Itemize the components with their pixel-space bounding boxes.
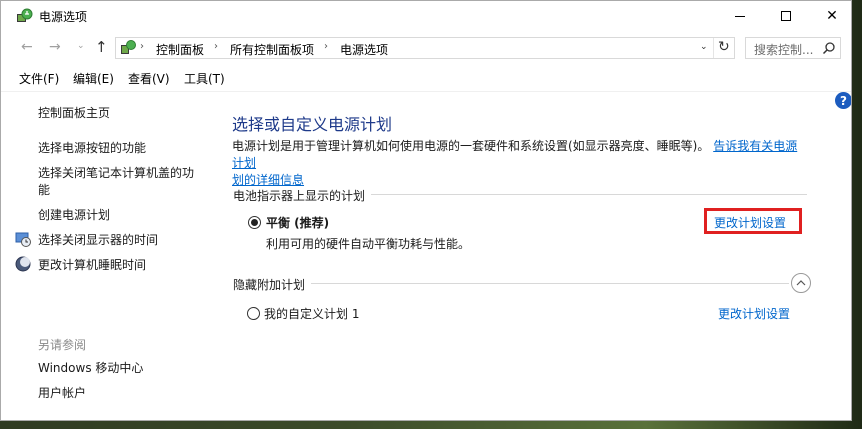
sleep-moon-icon [15,256,31,272]
breadcrumb-separator: › [214,41,218,52]
maximize-icon [781,11,791,21]
breadcrumb-control-panel[interactable]: 控制面板 [156,41,204,58]
breadcrumb-power-options[interactable]: 电源选项 [340,41,388,58]
power-plan-help-link-cont[interactable]: 划的详细信息 [232,173,304,187]
plan-balanced-name[interactable]: 平衡 (推荐) [266,214,329,231]
window-title: 电源选项 [39,10,88,24]
sidebar-item-lid-cont[interactable]: 能 [38,182,50,199]
up-arrow-icon[interactable]: ↑ [95,38,108,56]
see-also-mobility-center[interactable]: Windows 移动中心 [38,360,143,377]
navigation-bar: ← → ⌄ ↑ › 控制面板 › 所有控制面板项 › 电源选项 ⌄ ↻ 搜索控制… [1,32,851,64]
breadcrumb-separator: › [140,41,144,52]
description-text: 电源计划是用于管理计算机如何使用电源的一套硬件和系统设置(如显示器亮度、睡眠等)… [232,139,710,153]
content-area: ? 控制面板主页 选择电源按钮的功能 选择关闭笔记本计算机盖的功 能 创建电源计… [1,91,851,420]
section-divider [233,283,789,284]
control-panel-icon [121,40,136,54]
back-arrow-icon[interactable]: ← [21,39,33,55]
recent-locations-icon[interactable]: ⌄ [77,41,85,51]
sidebar-item-sleep[interactable]: 更改计算机睡眠时间 [38,257,146,274]
power-options-icon [17,8,33,22]
forward-arrow-icon[interactable]: → [49,39,61,55]
see-also-label: 另请参阅 [38,338,87,352]
menu-bar: 文件(F) 编辑(E) 查看(V) 工具(T) [1,67,851,89]
title-bar: 电源选项 ✕ [1,1,851,31]
close-icon: ✕ [826,8,838,24]
display-clock-icon [15,232,31,247]
page-description: 电源计划是用于管理计算机如何使用电源的一套硬件和系统设置(如显示器亮度、睡眠等)… [232,138,807,189]
page-title: 选择或自定义电源计划 [232,115,393,134]
search-box[interactable]: 搜索控制... [745,37,841,59]
refresh-icon[interactable]: ↻ [718,39,730,55]
see-also-user-accounts[interactable]: 用户帐户 [38,385,86,402]
minimize-button[interactable] [717,1,763,31]
menu-file[interactable]: 文件(F) [19,70,59,87]
minimize-icon [735,15,745,17]
change-plan-settings-custom[interactable]: 更改计划设置 [718,305,790,322]
hidden-plans-label: 隐藏附加计划 [233,276,312,293]
radio-balanced[interactable] [248,216,261,229]
sidebar-item-lid[interactable]: 选择关闭笔记本计算机盖的功 [38,165,194,182]
sidebar-item-home[interactable]: 控制面板主页 [38,105,110,122]
search-icon[interactable] [822,41,836,55]
sidebar-item-display-off[interactable]: 选择关闭显示器的时间 [38,232,158,249]
address-dropdown-icon[interactable]: ⌄ [700,42,708,52]
menu-view[interactable]: 查看(V) [128,70,170,87]
address-divider [713,38,714,58]
breadcrumb-all-items[interactable]: 所有控制面板项 [230,41,314,58]
chevron-up-icon [796,280,806,286]
address-bar[interactable]: › 控制面板 › 所有控制面板项 › 电源选项 ⌄ ↻ [115,37,735,59]
breadcrumb-separator: › [324,41,328,52]
search-placeholder[interactable]: 搜索控制... [754,41,813,58]
close-button[interactable]: ✕ [809,1,851,31]
menu-tools[interactable]: 工具(T) [184,70,225,87]
sidebar-item-power-button[interactable]: 选择电源按钮的功能 [38,140,146,157]
radio-custom-plan[interactable] [247,307,260,320]
battery-section-label: 电池指示器上显示的计划 [233,187,372,204]
help-icon[interactable]: ? [835,92,851,109]
power-options-window: 电源选项 ✕ ← → ⌄ ↑ › 控制面板 › 所有控制面板项 › 电源选项 ⌄… [0,0,852,421]
menu-edit[interactable]: 编辑(E) [73,70,114,87]
sidebar-item-create-plan[interactable]: 创建电源计划 [38,207,110,224]
plan-custom-name[interactable]: 我的自定义计划 1 [264,305,359,322]
change-plan-settings-balanced[interactable]: 更改计划设置 [714,214,786,231]
plan-balanced-description: 利用可用的硬件自动平衡功耗与性能。 [266,237,471,251]
collapse-button[interactable] [791,273,811,293]
maximize-button[interactable] [763,1,809,31]
